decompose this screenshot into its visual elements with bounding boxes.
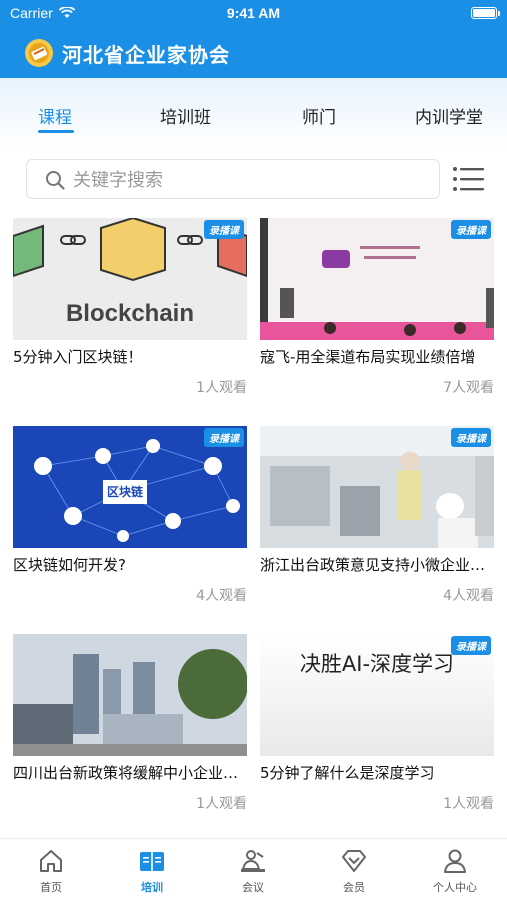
course-card[interactable]: 四川出台新政策将缓解中小企业融资难 1人观看 [13, 634, 247, 813]
course-thumbnail: 决胜AI-深度学习 录播课 [260, 634, 494, 756]
view-count: 1人观看 [443, 796, 494, 812]
course-thumbnail: 录播课 [260, 426, 494, 548]
clock: 9:41 AM [226, 5, 281, 21]
recorded-badge: 录播课 [451, 428, 491, 447]
app-header: Carrier 9:41 AM 河北省企业家协会 [0, 0, 507, 78]
book-icon [140, 852, 164, 871]
nav-training[interactable]: 培训 [112, 847, 192, 895]
nav-meeting[interactable]: 会议 [213, 847, 293, 895]
user-icon [444, 849, 466, 873]
tab-internal-training[interactable]: 内训学堂 [415, 103, 483, 128]
status-bar: Carrier 9:41 AM [0, 0, 507, 28]
view-count: 1人观看 [196, 796, 247, 812]
search-input[interactable] [73, 168, 433, 192]
course-card[interactable]: Blockchain 录播课 5分钟入门区块链！ 1人观看 [13, 218, 247, 397]
view-count: 1人观看 [196, 380, 247, 396]
diamond-icon [342, 850, 366, 872]
nav-meeting-label: 会议 [242, 881, 264, 894]
view-count: 4人观看 [196, 588, 247, 604]
recorded-badge: 录播课 [204, 220, 244, 239]
course-card[interactable]: 录播课 寇飞-用全渠道布局实现业绩倍增 7人观看 [260, 218, 494, 397]
recorded-badge: 录播课 [451, 636, 491, 655]
app-title: 河北省企业家协会 [62, 42, 230, 67]
category-tabs: 课程 培训班 师门 内训学堂 [0, 78, 507, 148]
course-thumbnail [13, 634, 247, 756]
nav-profile[interactable]: 个人中心 [415, 847, 495, 895]
nav-member-label: 会员 [343, 881, 365, 894]
thumbnail-text: 区块链 [106, 485, 143, 499]
course-card[interactable]: 区块链 录播课 区块链如何开发? 4人观看 [13, 426, 247, 605]
course-title: 浙江出台政策意见支持小微企业发展 [260, 556, 494, 574]
nav-profile-label: 个人中心 [433, 881, 477, 894]
home-icon [40, 850, 62, 872]
course-title: 四川出台新政策将缓解中小企业融资难 [13, 764, 247, 782]
course-thumbnail: 区块链 录播课 [13, 426, 247, 548]
course-title: 5分钟了解什么是深度学习 [260, 764, 435, 782]
course-thumbnail: Blockchain 录播课 [13, 218, 247, 340]
bottom-tab-bar: 首页 培训 会议 会员 个人中心 [0, 838, 507, 900]
logo-icon [25, 39, 53, 67]
recorded-badge: 录播课 [451, 220, 491, 239]
tab-courses[interactable]: 课程 [38, 103, 72, 128]
list-menu-icon[interactable] [452, 165, 484, 193]
tab-mentorship[interactable]: 师门 [302, 103, 336, 128]
course-thumbnail: 录播课 [260, 218, 494, 340]
course-title: 区块链如何开发? [13, 556, 126, 574]
search-icon [46, 171, 65, 190]
battery-icon [471, 7, 500, 19]
nav-member[interactable]: 会员 [314, 847, 394, 895]
view-count: 7人观看 [443, 380, 494, 396]
city-photo [13, 634, 247, 756]
thumbnail-text: Blockchain [65, 300, 195, 327]
meeting-icon [241, 850, 265, 872]
brand: 河北省企业家协会 [24, 38, 230, 68]
nav-home[interactable]: 首页 [11, 847, 91, 895]
search-bar [26, 159, 440, 199]
course-title: 寇飞-用全渠道布局实现业绩倍增 [260, 348, 476, 366]
nav-home-label: 首页 [40, 881, 62, 894]
tab-training-class[interactable]: 培训班 [160, 103, 211, 128]
course-card[interactable]: 决胜AI-深度学习 录播课 5分钟了解什么是深度学习 1人观看 [260, 634, 494, 813]
course-card[interactable]: 录播课 浙江出台政策意见支持小微企业发展 4人观看 [260, 426, 494, 605]
active-tab-indicator [38, 130, 74, 133]
nav-training-label: 培训 [141, 881, 163, 894]
course-title: 5分钟入门区块链！ [13, 348, 143, 366]
recorded-badge: 录播课 [204, 428, 244, 447]
view-count: 4人观看 [443, 588, 494, 604]
